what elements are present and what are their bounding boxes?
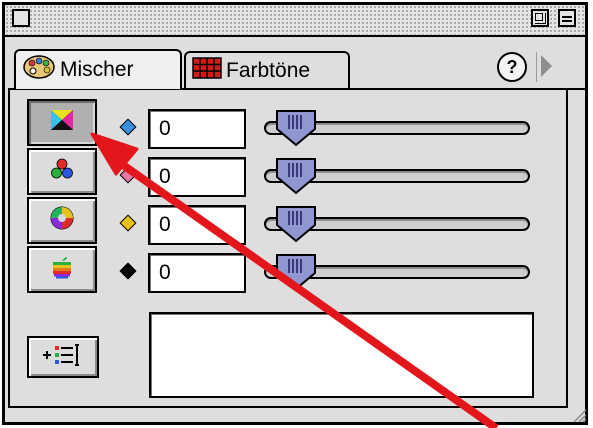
channel-row-black: 0 — [112, 249, 542, 295]
add-to-swatches-button[interactable] — [27, 336, 99, 378]
channel-row-cyan: 0 — [112, 105, 542, 151]
zoom-box[interactable] — [531, 9, 549, 27]
help-button[interactable]: ? — [497, 52, 527, 82]
black-diamond-icon — [119, 262, 137, 280]
color-grid-icon — [192, 57, 222, 85]
cyan-diamond-icon — [119, 118, 137, 136]
color-mode-buttons — [27, 99, 99, 295]
tab-farbtoene[interactable]: Farbtöne — [184, 51, 350, 89]
yellow-diamond-icon — [119, 214, 137, 232]
cmyk-mode-icon — [50, 109, 74, 136]
resize-grip-icon[interactable] — [569, 405, 587, 423]
divider — [536, 52, 537, 82]
channel-row-yellow: 0 — [112, 201, 542, 247]
cyan-value-field[interactable]: 0 — [148, 109, 246, 149]
apple-system-icon — [51, 254, 73, 285]
collapse-box[interactable] — [558, 9, 576, 27]
channel-row-magenta: 0 — [112, 153, 542, 199]
black-value-field[interactable]: 0 — [148, 253, 246, 293]
mode-button-apple[interactable] — [27, 246, 97, 293]
yellow-slider-thumb[interactable] — [274, 203, 318, 243]
mode-button-rgb[interactable] — [27, 148, 97, 195]
title-bar[interactable] — [5, 5, 585, 37]
mode-button-cmyk[interactable] — [27, 99, 97, 146]
yellow-value-field[interactable]: 0 — [148, 205, 246, 245]
tab-farbtoene-label: Farbtöne — [226, 59, 311, 82]
magenta-diamond-icon — [119, 166, 137, 184]
tab-mischer-label: Mischer — [60, 58, 134, 81]
tab-mischer[interactable]: Mischer — [14, 49, 182, 89]
cyan-slider-thumb[interactable] — [274, 107, 318, 147]
add-swatch-icon — [41, 342, 85, 373]
close-box[interactable] — [12, 9, 30, 27]
hsb-wheel-icon — [49, 205, 75, 236]
color-preview-swatch — [149, 312, 534, 398]
magenta-value-field[interactable]: 0 — [148, 157, 246, 197]
rgb-mode-icon — [50, 158, 74, 185]
palette-icon — [22, 54, 56, 86]
panel-menu-arrow-icon[interactable] — [541, 55, 552, 77]
mode-button-hsb[interactable] — [27, 197, 97, 244]
black-slider-thumb[interactable] — [274, 251, 318, 291]
magenta-slider-thumb[interactable] — [274, 155, 318, 195]
